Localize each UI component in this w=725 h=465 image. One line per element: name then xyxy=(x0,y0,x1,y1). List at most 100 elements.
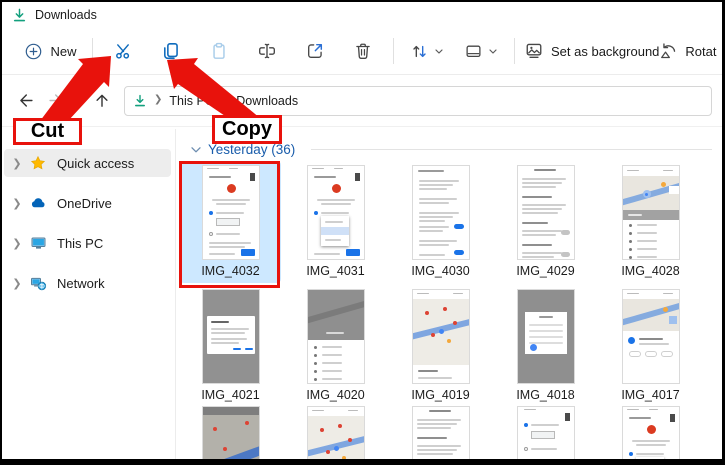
file-name-label: IMG_4028 xyxy=(621,264,679,278)
file-thumbnail[interactable] xyxy=(202,289,260,384)
file-grid-row xyxy=(178,400,722,459)
expand-chevron-icon[interactable]: ❯ xyxy=(4,157,30,170)
sidebar-item-onedrive[interactable]: ❯ OneDrive xyxy=(4,189,171,217)
chevron-down-icon xyxy=(434,47,444,56)
chevron-down-icon xyxy=(488,47,498,56)
plus-circle-icon xyxy=(25,43,42,60)
view-icon xyxy=(465,43,482,60)
new-button-label: New xyxy=(50,44,76,59)
rotate-icon xyxy=(659,42,677,60)
pc-icon xyxy=(30,235,48,251)
window-body: ❯Quick access❯OneDrive❯This PC❯Network Y… xyxy=(2,129,722,459)
file-item-img_4020[interactable]: IMG_4020 xyxy=(283,283,388,400)
toolbar-separator xyxy=(92,38,93,64)
delete-button[interactable] xyxy=(343,34,383,68)
file-thumbnail[interactable] xyxy=(307,406,365,459)
breadcrumb-this-pc[interactable]: This PC xyxy=(169,94,213,108)
file-name-label: IMG_4030 xyxy=(411,264,469,278)
expand-chevron-icon[interactable]: ❯ xyxy=(4,197,30,210)
file-item-img_4018[interactable]: IMG_4018 xyxy=(493,283,598,400)
rotate-label: Rotat xyxy=(685,44,716,59)
group-header: Yesterday (36) xyxy=(190,142,712,157)
file-thumbnail[interactable] xyxy=(622,165,680,260)
file-name-label: IMG_4032 xyxy=(201,264,259,278)
up-button[interactable] xyxy=(90,89,114,113)
expand-chevron-icon[interactable]: ❯ xyxy=(4,277,30,290)
sidebar-item-label: OneDrive xyxy=(57,196,112,211)
sort-icon xyxy=(411,43,428,60)
expand-chevron-icon[interactable]: ❯ xyxy=(4,237,30,250)
chevron-down-icon xyxy=(71,96,81,105)
file-thumbnail[interactable] xyxy=(202,165,260,260)
navigation-bar: ❯ This PC ❯ Downloads xyxy=(2,75,722,127)
file-item-img_4021[interactable]: IMG_4021 xyxy=(178,283,283,400)
set-as-background-button[interactable]: Set as background xyxy=(525,42,659,60)
file-thumbnail[interactable] xyxy=(307,289,365,384)
cloud-icon xyxy=(30,195,48,211)
file-thumbnail[interactable] xyxy=(202,406,260,459)
file-thumbnail[interactable] xyxy=(517,406,575,459)
back-button[interactable] xyxy=(14,89,38,113)
group-divider xyxy=(311,149,712,150)
file-thumbnail[interactable] xyxy=(517,289,575,384)
file-item-img_4031[interactable]: IMG_4031 xyxy=(283,159,388,283)
file-thumbnail[interactable] xyxy=(412,289,470,384)
file-item-img_4029[interactable]: IMG_4029 xyxy=(493,159,598,283)
file-name-label: IMG_4031 xyxy=(306,264,364,278)
share-button[interactable] xyxy=(295,34,335,68)
file-item-img_4017[interactable]: IMG_4017 xyxy=(598,283,703,400)
file-thumbnail[interactable] xyxy=(307,165,365,260)
downloads-icon xyxy=(12,8,27,23)
file-thumbnail[interactable] xyxy=(622,406,680,459)
new-button[interactable]: New xyxy=(20,43,82,60)
trash-icon xyxy=(354,42,372,60)
file-thumbnail[interactable] xyxy=(517,165,575,260)
tab-downloads[interactable]: Downloads xyxy=(12,8,97,23)
file-name-label: IMG_4029 xyxy=(516,264,574,278)
address-bar[interactable]: ❯ This PC ❯ Downloads xyxy=(124,86,712,116)
file-item[interactable] xyxy=(493,400,598,459)
paste-button[interactable] xyxy=(199,34,239,68)
back-arrow-icon xyxy=(17,92,35,109)
file-thumbnail[interactable] xyxy=(622,289,680,384)
file-item[interactable] xyxy=(388,400,493,459)
tab-title: Downloads xyxy=(35,8,97,22)
collapse-chevron-icon[interactable] xyxy=(190,145,202,155)
file-item[interactable] xyxy=(283,400,388,459)
group-label[interactable]: Yesterday (36) xyxy=(208,142,295,157)
recent-locations-button[interactable] xyxy=(68,89,84,113)
file-grid-row: IMG_4021IMG_4020IMG_4019IMG_4018IMG_4017 xyxy=(178,283,722,400)
file-item[interactable] xyxy=(598,400,703,459)
breadcrumb-chevron: ❯ xyxy=(154,94,162,105)
sort-button[interactable] xyxy=(404,34,450,68)
sidebar-item-this-pc[interactable]: ❯ This PC xyxy=(4,229,171,257)
toolbar-separator xyxy=(393,38,394,64)
file-thumbnail[interactable] xyxy=(412,406,470,459)
cut-button[interactable] xyxy=(103,34,143,68)
paste-icon xyxy=(210,42,228,60)
rotate-button[interactable]: Rotat xyxy=(659,42,716,60)
navigation-sidebar: ❯Quick access❯OneDrive❯This PC❯Network xyxy=(2,129,176,459)
view-button[interactable] xyxy=(458,34,504,68)
file-item-img_4032[interactable]: IMG_4032 xyxy=(178,159,283,283)
file-grid-row: IMG_4032 IMG_4031 IMG_4030 IMG_4029 IMG_4028 xyxy=(178,159,722,283)
breadcrumb-chevron: ❯ xyxy=(221,94,229,105)
sidebar-item-label: Network xyxy=(57,276,105,291)
file-item-img_4030[interactable]: IMG_4030 xyxy=(388,159,493,283)
breadcrumb-downloads[interactable]: Downloads xyxy=(236,94,298,108)
file-grid: IMG_4032 IMG_4031 IMG_4030 IMG_4029 IMG_4028… xyxy=(178,159,722,459)
file-item-img_4019[interactable]: IMG_4019 xyxy=(388,283,493,400)
file-item-img_4028[interactable]: IMG_4028 xyxy=(598,159,703,283)
tab-bar: Downloads xyxy=(2,2,722,28)
forward-button[interactable] xyxy=(44,89,68,113)
sidebar-item-label: This PC xyxy=(57,236,103,251)
downloads-location-icon xyxy=(133,94,147,108)
copy-button[interactable] xyxy=(151,34,191,68)
file-thumbnail[interactable] xyxy=(412,165,470,260)
file-item[interactable] xyxy=(178,400,283,459)
sidebar-item-quick-access[interactable]: ❯Quick access xyxy=(4,149,171,177)
command-toolbar: New xyxy=(2,28,722,75)
scissors-icon xyxy=(114,42,132,60)
sidebar-item-network[interactable]: ❯ Network xyxy=(4,269,171,297)
rename-button[interactable] xyxy=(247,34,287,68)
